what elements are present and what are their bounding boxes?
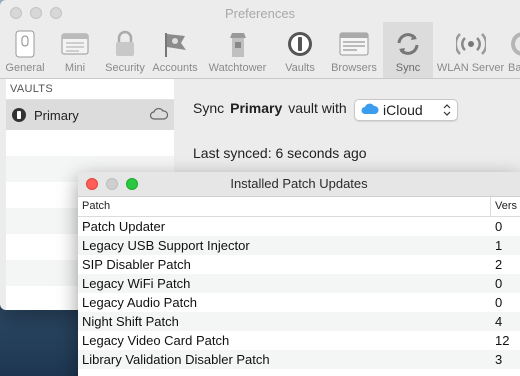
patch-name: Legacy Audio Patch <box>82 295 197 310</box>
patch-version: 1 <box>495 238 503 253</box>
sync-service-select[interactable]: iCloud <box>354 99 458 121</box>
close-button[interactable] <box>86 178 98 190</box>
zoom-button[interactable] <box>126 178 138 190</box>
column-header-version[interactable]: Vers <box>491 197 517 216</box>
sync-prefix: Sync <box>193 100 225 116</box>
patch-version: 2 <box>495 257 503 272</box>
patch-name: Library Validation Disabler Patch <box>82 352 270 367</box>
patch-window-titlebar: Installed Patch Updates <box>78 172 520 197</box>
sync-suffix: vault with <box>288 100 347 116</box>
toolbar-label: Vaults <box>285 62 315 74</box>
wlan-icon <box>455 29 486 59</box>
toolbar-label: Accounts <box>152 62 198 74</box>
patch-version: 3 <box>495 352 503 367</box>
column-header-patch[interactable]: Patch <box>78 197 491 216</box>
toolbar-label: General <box>5 62 45 74</box>
minimize-button[interactable] <box>106 178 118 190</box>
toolbar-accounts[interactable]: Accounts <box>150 22 200 78</box>
window-title: Installed Patch Updates <box>230 176 368 191</box>
patch-version: 0 <box>495 295 503 310</box>
patch-name: Legacy Video Card Patch <box>82 333 230 348</box>
table-row[interactable]: Legacy Audio Patch 0 <box>78 293 520 312</box>
patch-name: SIP Disabler Patch <box>82 257 191 272</box>
table-row[interactable]: Legacy USB Support Injector 1 <box>78 236 520 255</box>
mini-icon <box>60 29 90 59</box>
toolbar-backup[interactable]: Back <box>508 22 520 78</box>
toolbar-label: Security <box>105 62 145 74</box>
toolbar-vaults[interactable]: Vaults <box>275 22 325 78</box>
sync-description: Sync Primary vault with <box>193 100 347 116</box>
lock-icon <box>110 29 140 59</box>
toolbar-sync[interactable]: Sync <box>383 22 433 78</box>
table-row[interactable]: Legacy WiFi Patch 0 <box>78 274 520 293</box>
patch-version: 12 <box>495 333 510 348</box>
chevron-updown-icon <box>440 102 454 118</box>
table-header: Patch Vers <box>78 197 520 217</box>
last-synced-text: Last synced: 6 seconds ago <box>193 145 367 161</box>
table-row[interactable]: Patch Updater 0 <box>78 217 520 236</box>
table-row[interactable]: Library Validation Disabler Patch 3 <box>78 350 520 369</box>
vault-icon <box>285 29 315 59</box>
sync-vault-name: Primary <box>230 100 283 116</box>
window-controls <box>86 178 138 190</box>
vault-icon <box>12 108 26 122</box>
vault-name: Primary <box>34 107 79 123</box>
table-row[interactable]: Night Shift Patch 4 <box>78 312 520 331</box>
patch-version: 0 <box>495 219 503 234</box>
sidebar-item-primary[interactable]: Primary <box>6 100 174 130</box>
toolbar-label: Sync <box>395 62 421 74</box>
toolbar-label: WLAN Server <box>436 62 505 74</box>
vaults-header: VAULTS <box>6 79 174 100</box>
icloud-icon <box>361 102 379 118</box>
table-row[interactable]: SIP Disabler Patch 2 <box>78 255 520 274</box>
flag-icon <box>160 29 190 59</box>
sync-icon <box>393 29 423 59</box>
toolbar-mini[interactable]: Mini <box>50 22 100 78</box>
table-row[interactable]: Legacy Video Card Patch 12 <box>78 331 520 350</box>
patch-name: Night Shift Patch <box>82 314 179 329</box>
sync-service-value: iCloud <box>383 102 423 118</box>
toolbar-label: Watchtower <box>208 62 267 74</box>
window-title: Preferences <box>224 6 296 21</box>
list-item <box>6 130 174 156</box>
toolbar-browsers[interactable]: Browsers <box>325 22 383 78</box>
toolbar-label: Mini <box>64 62 86 74</box>
minimize-button[interactable] <box>30 7 42 19</box>
browser-icon <box>339 29 369 59</box>
preferences-toolbar: General Mini Security Accounts Watchtowe… <box>0 22 520 79</box>
toolbar-label: Back <box>508 62 520 74</box>
toolbar-security[interactable]: Security <box>100 22 150 78</box>
toolbar-watchtower[interactable]: Watchtower <box>200 22 275 78</box>
toolbar-label: Browsers <box>331 62 377 74</box>
patch-name: Legacy WiFi Patch <box>82 276 191 291</box>
backup-icon <box>508 29 520 59</box>
toolbar-wlan-server[interactable]: WLAN Server <box>433 22 508 78</box>
toolbar-general[interactable]: General <box>0 22 50 78</box>
cloud-icon <box>149 107 169 123</box>
window-controls <box>10 7 62 19</box>
patch-version: 0 <box>495 276 503 291</box>
patch-updates-window: Installed Patch Updates Patch Vers Patch… <box>78 172 520 376</box>
patch-version: 4 <box>495 314 503 329</box>
patch-name: Patch Updater <box>82 219 166 234</box>
watchtower-icon <box>223 29 253 59</box>
general-icon <box>10 29 40 59</box>
patch-name: Legacy USB Support Injector <box>82 238 250 253</box>
zoom-button[interactable] <box>50 7 62 19</box>
close-button[interactable] <box>10 7 22 19</box>
